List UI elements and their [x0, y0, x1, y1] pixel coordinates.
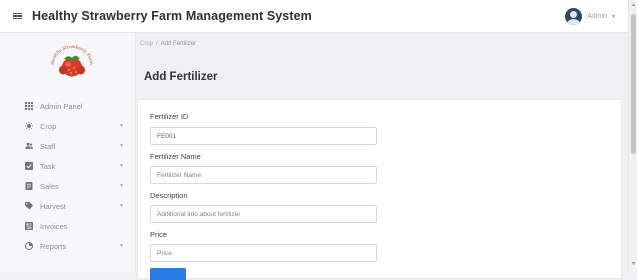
sidebar-item-invoices[interactable]: Invoices	[0, 216, 136, 236]
scroll-up-arrow-icon[interactable]: ▲	[631, 3, 636, 8]
sidebar-item-label: Sales	[40, 181, 59, 191]
checkbox-icon	[25, 162, 33, 170]
add-fertilizer-form: Fertilizer ID Fertilizer Name Descriptio…	[137, 99, 622, 280]
sidebar-item-staff[interactable]: Staff ▼	[0, 136, 136, 156]
tag-icon	[25, 202, 33, 210]
fertilizer-id-label: Fertilizer ID	[150, 112, 189, 121]
scrollbar-thumb[interactable]	[631, 14, 636, 154]
chevron-down-icon: ▼	[119, 243, 124, 249]
chevron-down-icon: ▼	[119, 183, 124, 189]
sidebar-item-label: Task	[40, 161, 56, 171]
breadcrumb: Crop / Add Fertilizer	[140, 41, 196, 47]
sidebar-item-reports[interactable]: Reports ▼	[0, 236, 136, 256]
sidebar-item-label: Admin Panel	[40, 101, 83, 111]
sidebar-item-label: Reports	[40, 241, 67, 251]
breadcrumb-separator: /	[156, 41, 158, 47]
chevron-down-icon: ▼	[119, 123, 124, 129]
sidebar-item-label: Harvest	[40, 201, 66, 211]
description-input[interactable]	[150, 205, 377, 223]
sidebar-item-harvest[interactable]: Harvest ▼	[0, 196, 136, 216]
receipt-icon	[25, 182, 33, 190]
sun-icon	[25, 122, 33, 130]
sidebar-item-label: Crop	[40, 121, 57, 131]
fertilizer-id-input[interactable]	[150, 127, 377, 145]
submit-button[interactable]	[150, 268, 186, 280]
sidebar-item-label: Invoices	[40, 221, 68, 231]
strawberry-logo[interactable]: Healthy Strawberry Farm	[49, 43, 95, 79]
sidebar: Healthy Strawberry Farm Admin Panel Crop	[0, 33, 136, 272]
breadcrumb-current: Add Fertilizer	[160, 41, 197, 47]
page-scrollbar[interactable]: ▲ ▼	[628, 0, 637, 272]
main-content: Crop / Add Fertilizer Add Fertilizer Ferti…	[136, 33, 628, 280]
breadcrumb-crop-link[interactable]: Crop	[140, 41, 153, 47]
top-navbar: Healthy Strawberry Farm Management Syste…	[0, 0, 628, 33]
user-menu[interactable]: Admin ▼	[565, 8, 616, 25]
sidebar-item-label: Staff	[40, 141, 56, 151]
invoice-icon	[25, 222, 33, 230]
chevron-down-icon: ▼	[119, 203, 124, 209]
description-label: Description	[150, 191, 188, 200]
price-input[interactable]	[150, 244, 377, 262]
chevron-down-icon: ▼	[119, 143, 124, 149]
grid-icon	[25, 102, 33, 110]
price-label: Price	[150, 230, 168, 239]
pie-chart-icon	[25, 242, 33, 250]
sidebar-item-sales[interactable]: Sales ▼	[0, 176, 136, 196]
chevron-down-icon: ▼	[119, 163, 124, 169]
user-name[interactable]: Admin	[587, 13, 607, 20]
fertilizer-name-input[interactable]	[150, 166, 377, 184]
app-title: Healthy Strawberry Farm Management Syste…	[32, 9, 312, 23]
sidebar-item-admin-panel[interactable]: Admin Panel	[0, 96, 136, 116]
sidebar-menu: Admin Panel Crop ▼ Staff ▼ Task ▼ Sales …	[0, 96, 136, 256]
scroll-down-arrow-icon[interactable]: ▼	[631, 262, 636, 267]
fertilizer-name-label: Fertilizer Name	[150, 152, 201, 161]
users-icon	[25, 142, 33, 150]
sidebar-item-task[interactable]: Task ▼	[0, 156, 136, 176]
hamburger-icon[interactable]	[13, 12, 22, 20]
sidebar-item-crop[interactable]: Crop ▼	[0, 116, 136, 136]
page-title: Add Fertilizer	[144, 71, 218, 83]
chevron-down-icon[interactable]: ▼	[611, 14, 616, 20]
user-avatar-icon[interactable]	[565, 8, 583, 25]
